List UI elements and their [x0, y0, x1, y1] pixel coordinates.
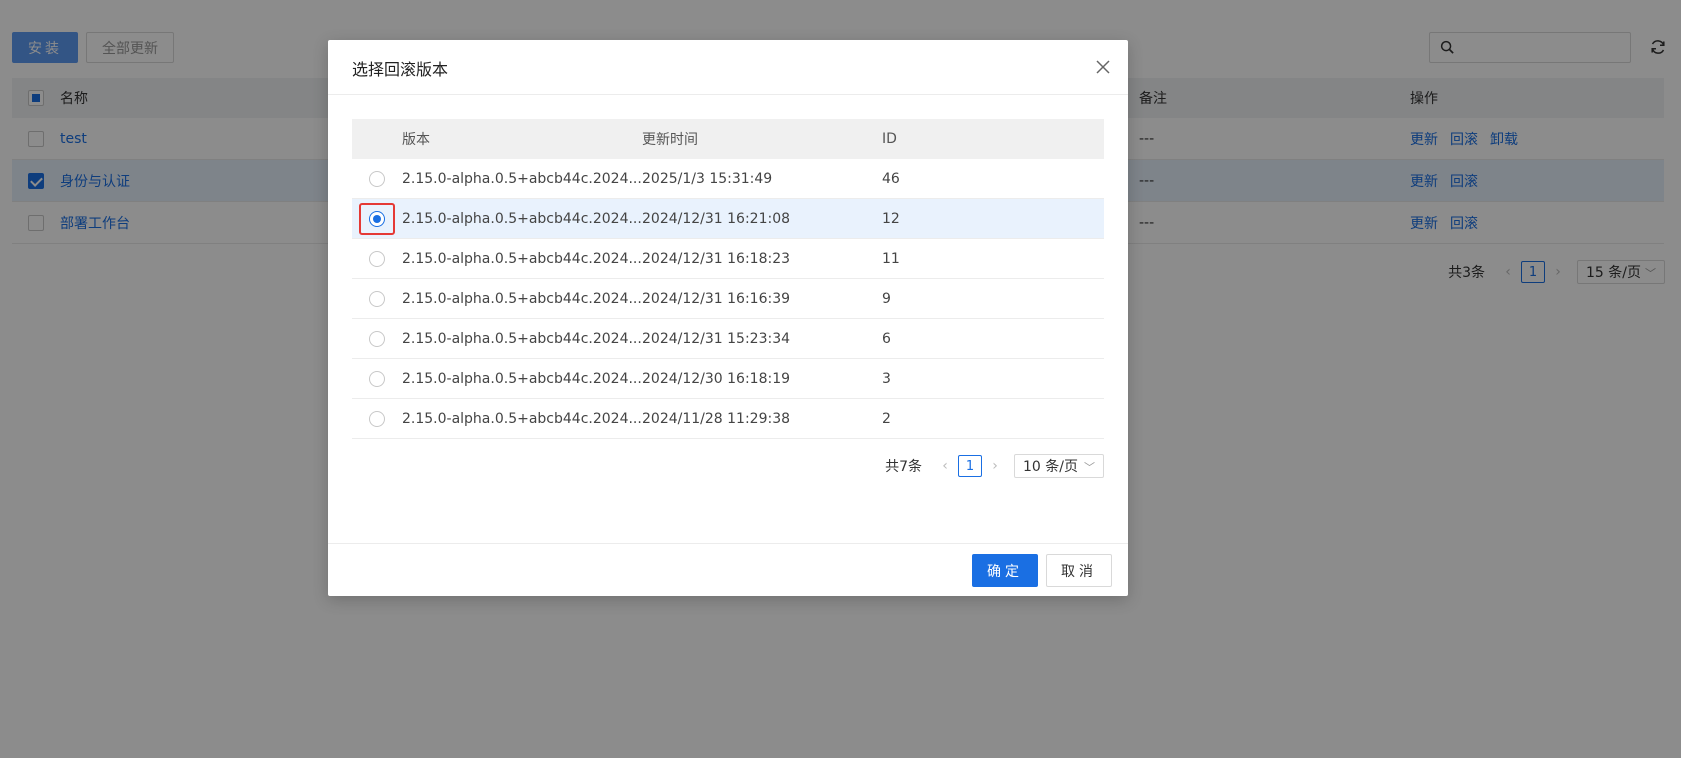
- id-text: 3: [882, 370, 891, 387]
- version-text: 2.15.0-alpha.0.5+abcb44c.2024...: [402, 370, 642, 387]
- id-text: 6: [882, 330, 891, 347]
- version-text: 2.15.0-alpha.0.5+abcb44c.2024...: [402, 210, 642, 227]
- updated-at-text: 2024/12/31 16:21:08: [642, 210, 791, 227]
- versions-table-header: 版本 更新时间 ID: [352, 119, 1104, 159]
- version-text: 2.15.0-alpha.0.5+abcb44c.2024...: [402, 250, 642, 267]
- confirm-button[interactable]: 确定: [972, 554, 1038, 587]
- page-size-select[interactable]: 10 条/页 ﹀: [1014, 454, 1104, 478]
- id-text: 2: [882, 410, 891, 427]
- updated-at-text: 2024/11/28 11:29:38: [642, 410, 791, 427]
- version-row[interactable]: 2.15.0-alpha.0.5+abcb44c.2024... 2024/12…: [352, 319, 1104, 359]
- id-text: 11: [882, 250, 900, 267]
- updated-at-text: 2024/12/30 16:18:19: [642, 370, 791, 387]
- version-radio[interactable]: [369, 250, 385, 267]
- dialog-footer: 确定 取消: [328, 543, 1128, 596]
- rollback-version-dialog: 选择回滚版本 版本 更新时间 ID 2.15.0-alpha.0.5+abcb4…: [328, 40, 1128, 596]
- version-radio[interactable]: [369, 210, 385, 227]
- version-row[interactable]: 2.15.0-alpha.0.5+abcb44c.2024... 2025/1/…: [352, 159, 1104, 199]
- version-radio[interactable]: [369, 370, 385, 387]
- id-text: 46: [882, 170, 900, 187]
- version-text: 2.15.0-alpha.0.5+abcb44c.2024...: [402, 170, 642, 187]
- close-icon[interactable]: [1094, 58, 1112, 76]
- dialog-header: 选择回滚版本: [328, 40, 1128, 95]
- versions-pagination: 共7条 ‹ 1 › 10 条/页 ﹀: [885, 454, 1104, 478]
- prev-page-icon[interactable]: ‹: [936, 458, 954, 474]
- column-version: 版本: [402, 132, 430, 148]
- version-row[interactable]: 2.15.0-alpha.0.5+abcb44c.2024... 2024/12…: [352, 239, 1104, 279]
- version-text: 2.15.0-alpha.0.5+abcb44c.2024...: [402, 290, 642, 307]
- page-number[interactable]: 1: [958, 455, 982, 477]
- cancel-button[interactable]: 取消: [1046, 554, 1112, 587]
- version-radio[interactable]: [369, 330, 385, 347]
- pagination-total: 共7条: [885, 459, 922, 475]
- version-row[interactable]: 2.15.0-alpha.0.5+abcb44c.2024... 2024/11…: [352, 399, 1104, 439]
- page-size-value: 10 条/页: [1023, 459, 1078, 475]
- version-radio[interactable]: [369, 170, 385, 187]
- version-radio[interactable]: [369, 290, 385, 307]
- version-radio[interactable]: [369, 410, 385, 427]
- updated-at-text: 2024/12/31 15:23:34: [642, 330, 791, 347]
- id-text: 12: [882, 210, 900, 227]
- version-row[interactable]: 2.15.0-alpha.0.5+abcb44c.2024... 2024/12…: [352, 199, 1104, 239]
- id-text: 9: [882, 290, 891, 307]
- dialog-title: 选择回滚版本: [352, 60, 449, 79]
- chevron-down-icon: ﹀: [1084, 461, 1095, 474]
- column-id: ID: [882, 131, 897, 147]
- updated-at-text: 2024/12/31 16:18:23: [642, 250, 791, 267]
- column-updated-at: 更新时间: [642, 132, 698, 148]
- version-row[interactable]: 2.15.0-alpha.0.5+abcb44c.2024... 2024/12…: [352, 359, 1104, 399]
- version-text: 2.15.0-alpha.0.5+abcb44c.2024...: [402, 330, 642, 347]
- versions-table: 版本 更新时间 ID 2.15.0-alpha.0.5+abcb44c.2024…: [352, 119, 1104, 439]
- updated-at-text: 2025/1/3 15:31:49: [642, 170, 773, 187]
- updated-at-text: 2024/12/31 16:16:39: [642, 290, 791, 307]
- version-text: 2.15.0-alpha.0.5+abcb44c.2024...: [402, 410, 642, 427]
- next-page-icon[interactable]: ›: [986, 458, 1004, 474]
- version-row[interactable]: 2.15.0-alpha.0.5+abcb44c.2024... 2024/12…: [352, 279, 1104, 319]
